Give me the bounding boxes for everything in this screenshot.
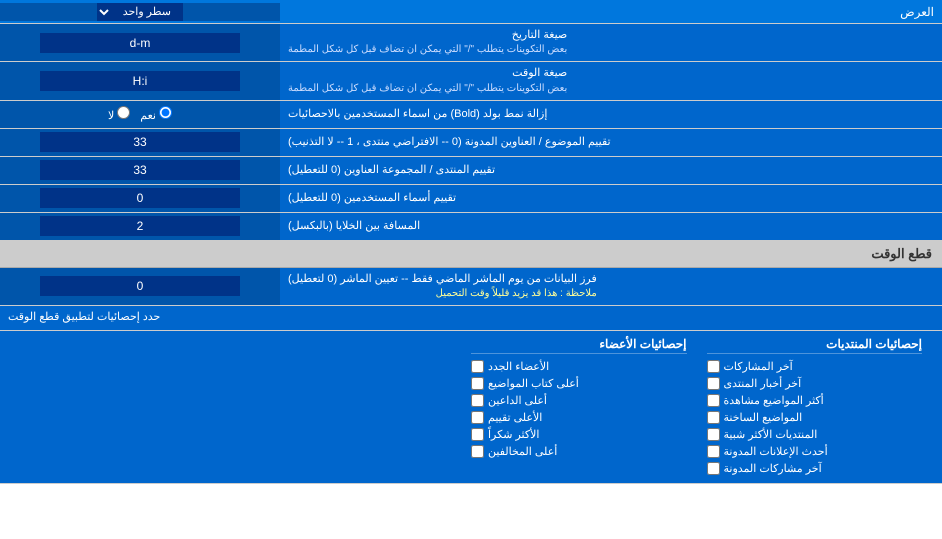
topics-limit-row: تقييم الموضوع / العناوين المدونة (0 -- ا… xyxy=(0,129,942,157)
check-hot-topics: المواضيع الساخنة xyxy=(707,409,923,426)
topics-limit-input[interactable] xyxy=(40,132,240,152)
users-limit-label: تقييم أسماء المستخدمين (0 للتعطيل) xyxy=(280,185,942,212)
space-between-input[interactable] xyxy=(40,216,240,236)
check-new-members-input[interactable] xyxy=(471,360,484,373)
users-limit-row: تقييم أسماء المستخدمين (0 للتعطيل) xyxy=(0,185,942,213)
space-between-row: المسافة بين الخلايا (بالبكسل) xyxy=(0,213,942,241)
topics-limit-input-wrapper xyxy=(0,129,280,156)
date-format-input[interactable] xyxy=(40,33,240,53)
check-hot-topics-input[interactable] xyxy=(707,411,720,424)
time-format-input-wrapper xyxy=(0,62,280,99)
users-limit-input-wrapper xyxy=(0,185,280,212)
check-last-blog-posts-input[interactable] xyxy=(707,462,720,475)
date-format-label: صيغة التاريخ بعض التكوينات يتطلب "/" الت… xyxy=(280,24,942,61)
members-stats-col: إحصائيات الأعضاء الأعضاء الجدد أعلى كتاب… xyxy=(461,337,697,477)
forum-limit-row: تقييم المنتدى / المجموعة العناوين (0 للت… xyxy=(0,157,942,185)
check-top-writers-input[interactable] xyxy=(471,377,484,390)
bold-no-label: لا xyxy=(108,106,130,122)
header-label: العرض xyxy=(280,2,942,22)
bold-remove-row: إزالة نمط بولد (Bold) من اسماء المستخدمي… xyxy=(0,101,942,129)
check-most-similar: المنتديات الأكثر شبية xyxy=(707,426,923,443)
space-between-input-wrapper xyxy=(0,213,280,240)
header-dropdown-wrapper: سطر واحد سطرين ثلاثة أسطر xyxy=(0,3,280,21)
bold-yes-radio[interactable] xyxy=(159,106,172,119)
cutoff-row: فرز البيانات من يوم الماشر الماضي فقط --… xyxy=(0,268,942,306)
check-most-viewed: أكثر المواضيع مشاهدة xyxy=(707,392,923,409)
cutoff-input[interactable] xyxy=(40,276,240,296)
check-highest-rated: الأعلى تقييم xyxy=(471,409,687,426)
topics-limit-label: تقييم الموضوع / العناوين المدونة (0 -- ا… xyxy=(280,129,942,156)
check-most-similar-input[interactable] xyxy=(707,428,720,441)
check-most-thanked-input[interactable] xyxy=(471,428,484,441)
users-limit-input[interactable] xyxy=(40,188,240,208)
check-top-inviters-input[interactable] xyxy=(471,394,484,407)
time-format-input[interactable] xyxy=(40,71,240,91)
check-last-blog-posts: آخر مشاركات المدونة xyxy=(707,460,923,477)
forum-limit-input[interactable] xyxy=(40,160,240,180)
check-highest-rated-input[interactable] xyxy=(471,411,484,424)
check-top-violators-input[interactable] xyxy=(471,445,484,458)
members-stats-title: إحصائيات الأعضاء xyxy=(471,337,687,354)
bold-radio-group: نعم لا xyxy=(108,106,172,122)
header-row: العرض سطر واحد سطرين ثلاثة أسطر xyxy=(0,0,942,24)
cutoff-section-header: قطع الوقت xyxy=(0,241,942,268)
check-top-inviters: أعلى الداعين xyxy=(471,392,687,409)
check-most-viewed-input[interactable] xyxy=(707,394,720,407)
stats-checkboxes-section: إحصائيات المنتديات آخر المشاركات آخر أخب… xyxy=(0,331,942,484)
empty-col xyxy=(10,337,461,477)
time-format-row: صيغة الوقت بعض التكوينات يتطلب "/" التي … xyxy=(0,62,942,100)
cutoff-input-wrapper xyxy=(0,268,280,305)
space-between-label: المسافة بين الخلايا (بالبكسل) xyxy=(280,213,942,240)
check-latest-announcements: أحدث الإعلانات المدونة xyxy=(707,443,923,460)
check-top-writers: أعلى كتاب المواضيع xyxy=(471,375,687,392)
stats-checkboxes-row: إحصائيات المنتديات آخر المشاركات آخر أخب… xyxy=(10,337,932,477)
stats-limit-label: حدد إحصائيات لتطبيق قطع الوقت xyxy=(0,306,942,329)
forum-limit-input-wrapper xyxy=(0,157,280,184)
bold-no-radio[interactable] xyxy=(117,106,130,119)
forum-limit-label: تقييم المنتدى / المجموعة العناوين (0 للت… xyxy=(280,157,942,184)
bold-remove-label: إزالة نمط بولد (Bold) من اسماء المستخدمي… xyxy=(280,101,942,128)
check-top-violators: أعلى المخالفين xyxy=(471,443,687,460)
check-last-posts: آخر المشاركات xyxy=(707,358,923,375)
time-format-label: صيغة الوقت بعض التكوينات يتطلب "/" التي … xyxy=(280,62,942,99)
check-most-thanked: الأكثر شكراً xyxy=(471,426,687,443)
bold-yes-label: نعم xyxy=(140,106,172,122)
forums-stats-col: إحصائيات المنتديات آخر المشاركات آخر أخب… xyxy=(697,337,933,477)
check-new-members: الأعضاء الجدد xyxy=(471,358,687,375)
bold-remove-radio-wrapper: نعم لا xyxy=(0,101,280,128)
stats-limit-row: حدد إحصائيات لتطبيق قطع الوقت xyxy=(0,306,942,330)
check-forum-news-input[interactable] xyxy=(707,377,720,390)
check-forum-news: آخر أخبار المنتدى xyxy=(707,375,923,392)
date-format-row: صيغة التاريخ بعض التكوينات يتطلب "/" الت… xyxy=(0,24,942,62)
check-last-posts-input[interactable] xyxy=(707,360,720,373)
cutoff-label: فرز البيانات من يوم الماشر الماضي فقط --… xyxy=(280,268,942,305)
forums-stats-title: إحصائيات المنتديات xyxy=(707,337,923,354)
date-format-input-wrapper xyxy=(0,24,280,61)
check-latest-announcements-input[interactable] xyxy=(707,445,720,458)
display-select[interactable]: سطر واحد سطرين ثلاثة أسطر xyxy=(97,3,183,21)
